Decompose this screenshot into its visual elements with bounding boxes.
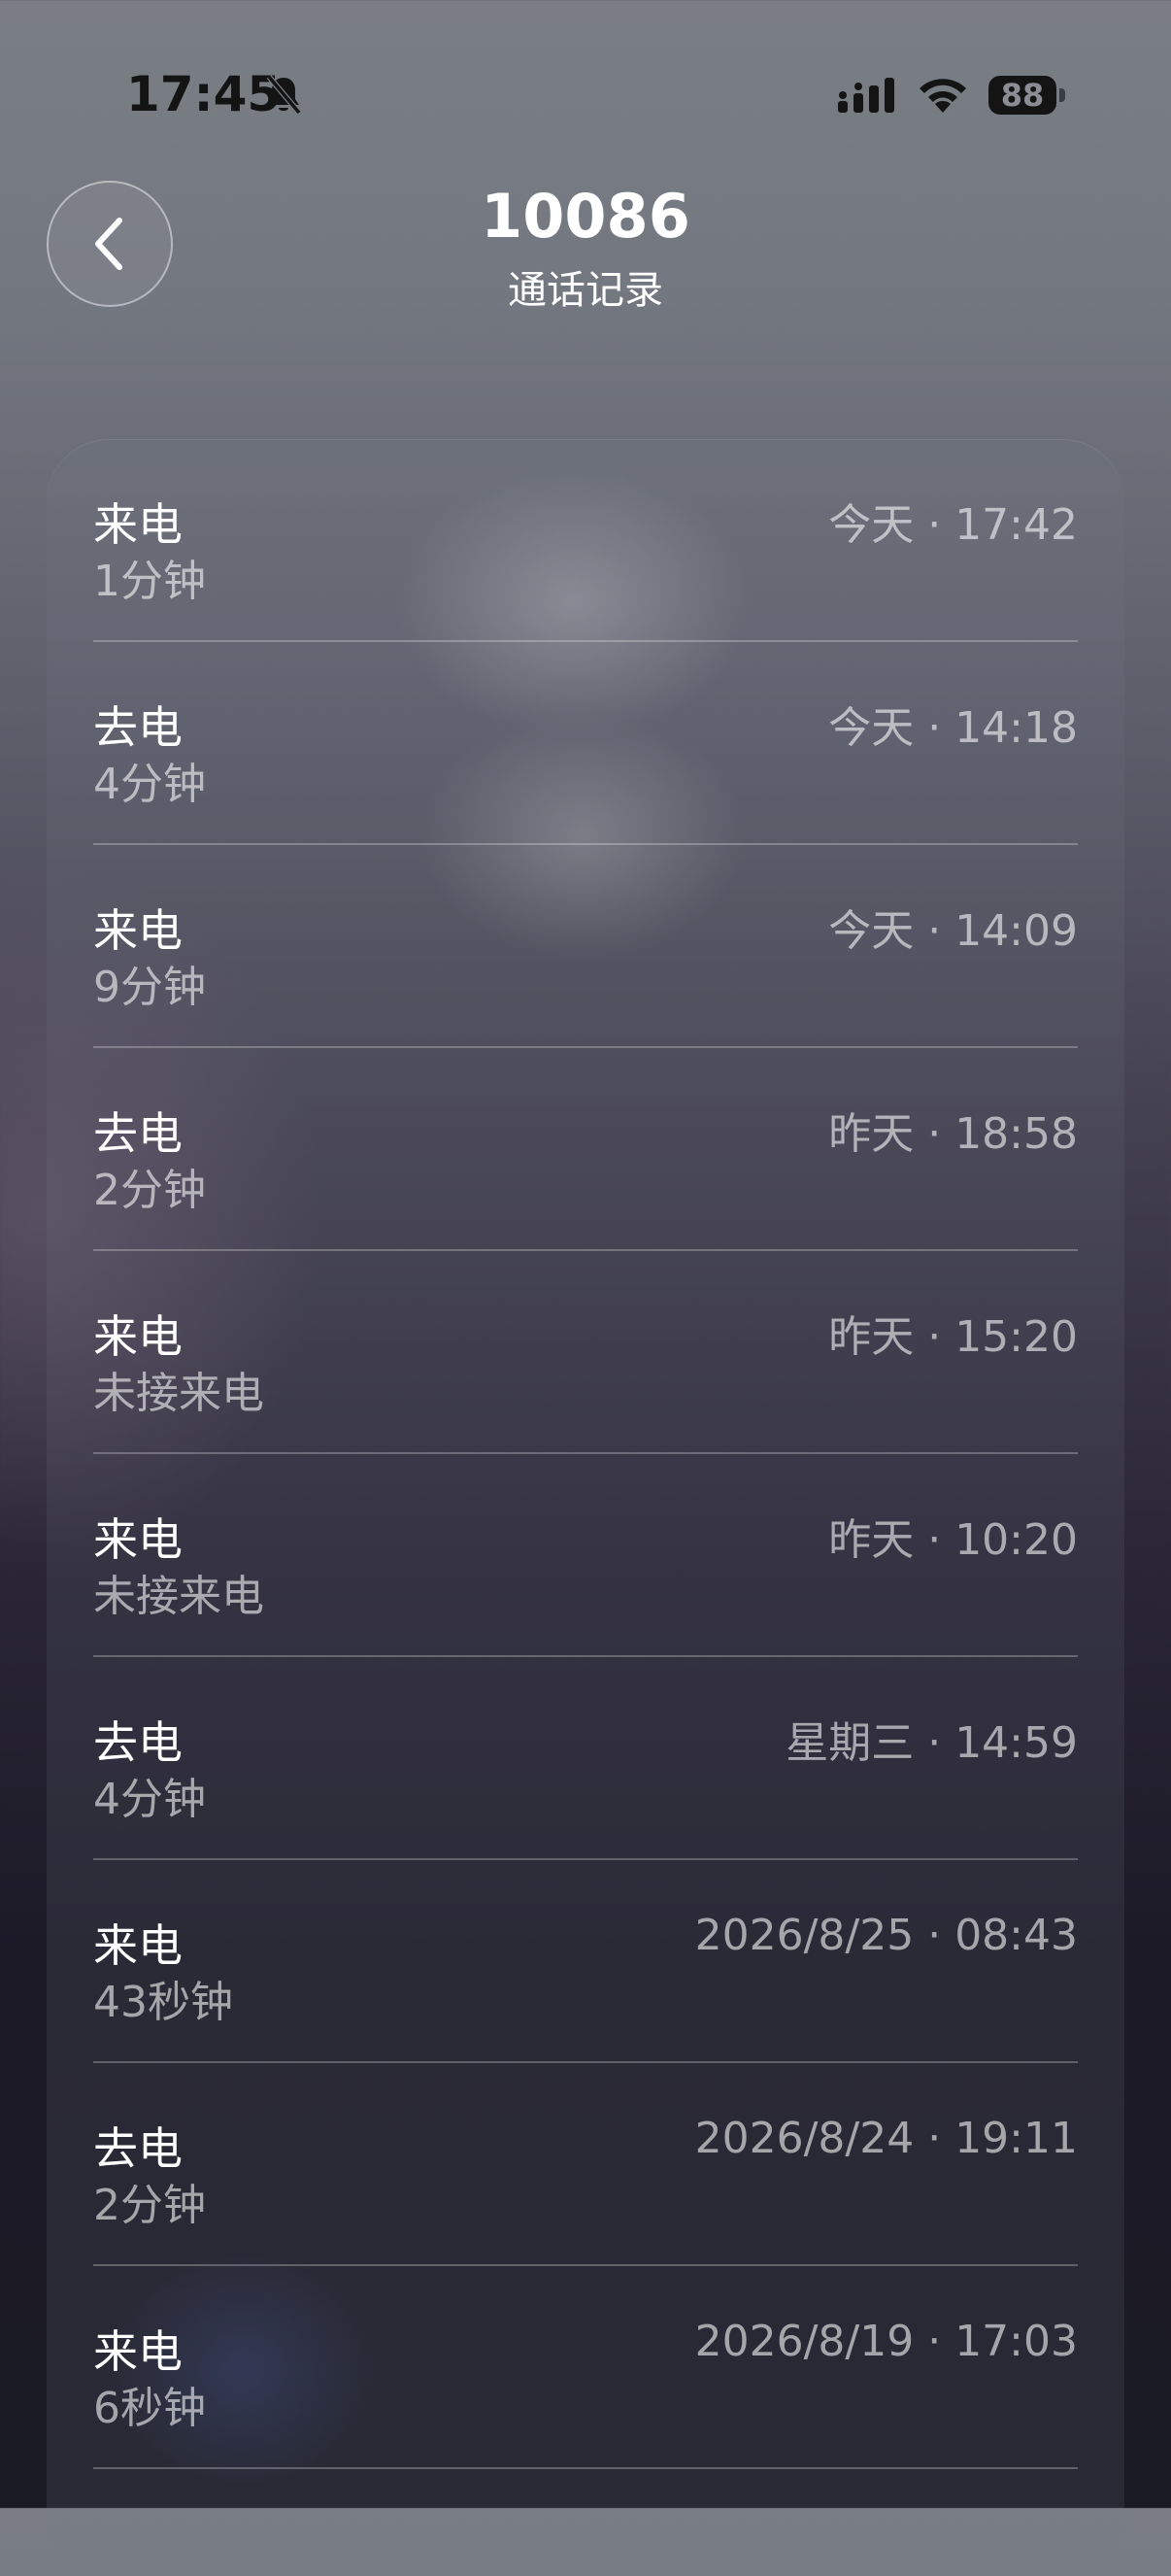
call-row[interactable]: 来电 未接来电 昨天 · 15:20	[93, 1251, 1078, 1454]
call-time: 2026/8/24 · 19:11	[694, 2114, 1078, 2163]
call-row[interactable]: 来电 6秒钟 2026/8/19 · 17:03	[93, 2266, 1078, 2469]
call-type: 来电	[93, 1310, 183, 1363]
call-duration: 2分钟	[93, 2181, 206, 2230]
battery-cap	[1059, 88, 1065, 102]
status-bar: 17:45 88	[0, 0, 1171, 185]
call-row[interactable]: 来电 1分钟 今天 · 17:42	[93, 439, 1078, 642]
page-subtitle: 通话记录	[508, 268, 663, 313]
bell-slash-icon	[266, 75, 302, 115]
call-type: 去电	[93, 701, 183, 754]
call-duration: 1分钟	[93, 557, 206, 606]
call-row[interactable]: 去电 4分钟 今天 · 14:18	[93, 642, 1078, 845]
call-duration: 未接来电	[93, 1369, 264, 1418]
call-time: 昨天 · 18:58	[828, 1109, 1078, 1159]
call-type: 来电	[93, 1919, 183, 1972]
call-time: 2026/8/25 · 08:43	[694, 1911, 1078, 1960]
call-type: 去电	[93, 1107, 183, 1160]
call-type: 来电	[93, 904, 183, 957]
battery-level: 88	[1000, 77, 1045, 114]
call-time: 2026/8/19 · 17:03	[694, 2317, 1078, 2366]
call-duration: 9分钟	[93, 963, 206, 1012]
call-time: 今天 · 14:18	[828, 703, 1078, 753]
call-time: 今天 · 17:42	[828, 500, 1078, 550]
call-row[interactable]: 来电 9分钟 今天 · 14:09	[93, 845, 1078, 1048]
call-time: 星期三 · 14:59	[786, 1718, 1078, 1768]
call-type: 来电	[93, 1513, 183, 1566]
call-history-list: 来电 1分钟 今天 · 17:42 去电 4分钟 今天 · 14:18 来电 9…	[93, 439, 1078, 2469]
battery-body: 88	[988, 76, 1056, 115]
call-duration: 未接来电	[93, 1572, 264, 1621]
call-time: 今天 · 14:09	[828, 906, 1078, 956]
call-time: 昨天 · 15:20	[828, 1312, 1078, 1362]
call-row[interactable]: 来电 43秒钟 2026/8/25 · 08:43	[93, 1860, 1078, 2063]
wifi-icon	[920, 79, 966, 113]
call-type: 来电	[93, 498, 183, 551]
call-duration: 4分钟	[93, 1775, 206, 1824]
call-history-card: 来电 1分钟 今天 · 17:42 去电 4分钟 今天 · 14:18 来电 9…	[47, 439, 1124, 2576]
battery-icon: 88	[988, 76, 1066, 115]
status-time: 17:45	[126, 66, 282, 122]
call-time: 昨天 · 10:20	[828, 1515, 1078, 1565]
call-type: 去电	[93, 2122, 183, 2175]
call-duration: 2分钟	[93, 1166, 206, 1215]
cellular-signal-icon	[838, 78, 894, 113]
call-duration: 43秒钟	[93, 1978, 233, 2027]
call-type: 来电	[93, 2325, 183, 2378]
call-row[interactable]: 去电 4分钟 星期三 · 14:59	[93, 1657, 1078, 1860]
call-type: 去电	[93, 1716, 183, 1769]
call-row[interactable]: 来电 未接来电 昨天 · 10:20	[93, 1454, 1078, 1657]
page-title: 10086	[481, 181, 690, 252]
call-duration: 4分钟	[93, 760, 206, 809]
call-row[interactable]: 去电 2分钟 昨天 · 18:58	[93, 1048, 1078, 1251]
call-duration: 6秒钟	[93, 2384, 206, 2433]
call-row[interactable]: 去电 2分钟 2026/8/24 · 19:11	[93, 2063, 1078, 2266]
